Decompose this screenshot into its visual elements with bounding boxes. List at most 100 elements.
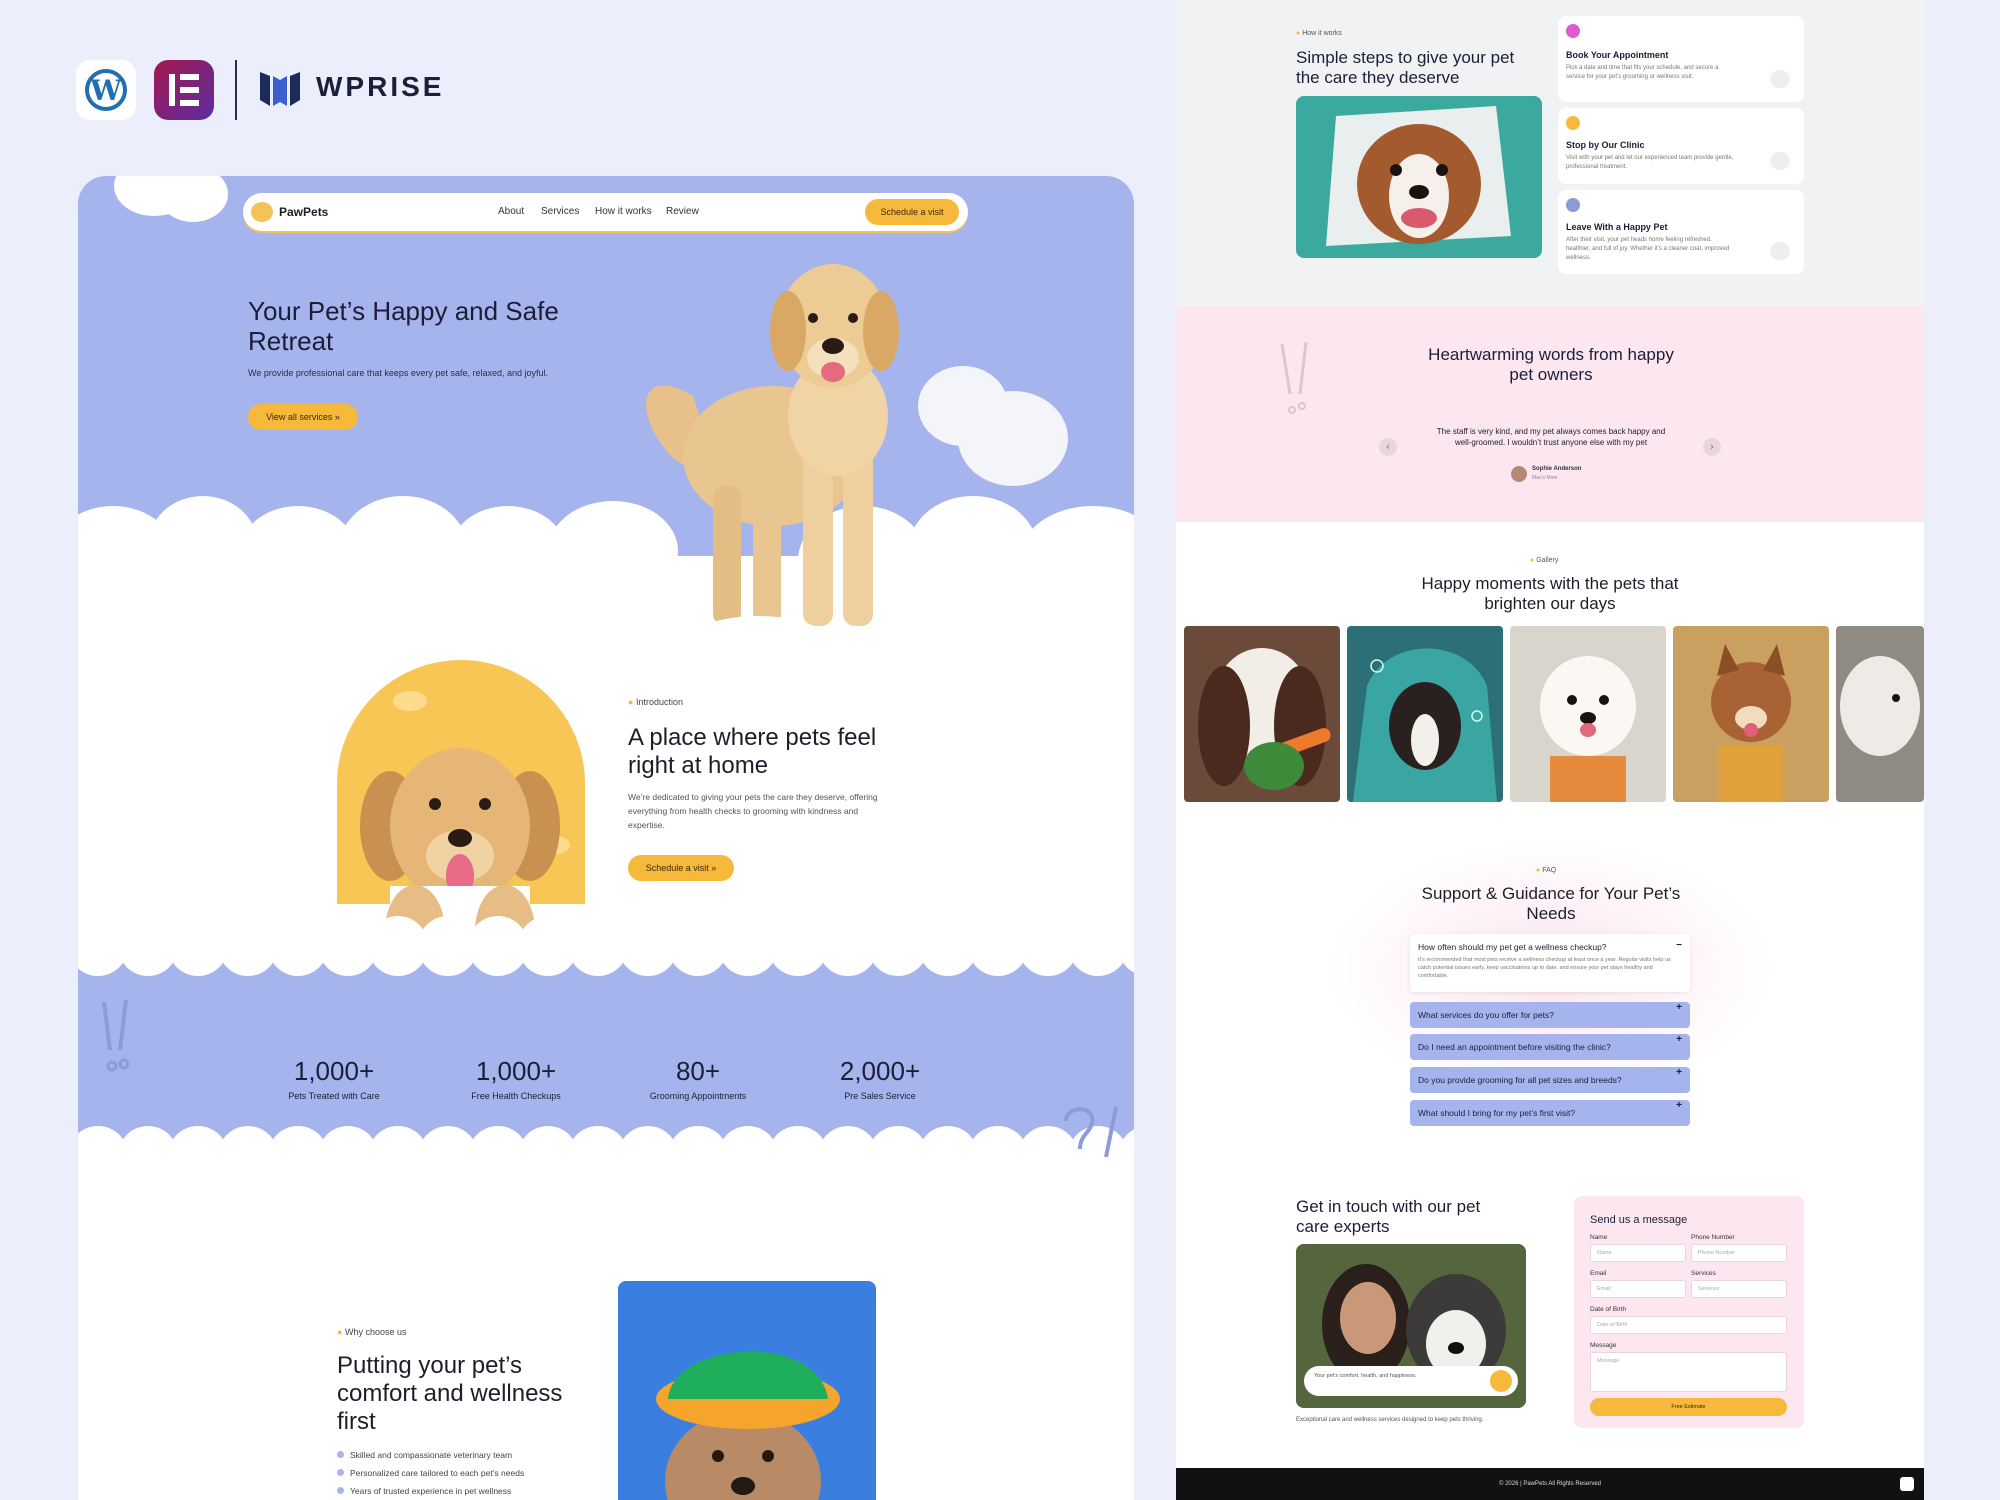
brand-divider: [235, 60, 237, 120]
gallery-tag: ● Gallery: [1530, 557, 1559, 564]
paw-icon: [1490, 1370, 1512, 1392]
why-item: Personalized care tailored to each pet’s…: [337, 1468, 524, 1478]
contact-card-caption: Your pet’s comfort, health, and happines…: [1304, 1366, 1518, 1396]
stats-section: [78, 946, 1134, 1156]
gallery-image[interactable]: [1673, 626, 1829, 802]
dob-input[interactable]: Date of Birth: [1590, 1316, 1787, 1334]
heart-icon: [1566, 198, 1580, 212]
exclamation-doodle-icon: [1280, 341, 1308, 414]
schedule-visit-nav-button[interactable]: Schedule a visit: [865, 199, 959, 225]
step-text: Visit with your pet and let our experien…: [1566, 155, 1734, 170]
site-brand[interactable]: PawPets: [279, 205, 328, 219]
landing-page-preview: PawPets About Services How it works Revi…: [78, 176, 1134, 1500]
step-card: Leave With a Happy Pet After their visit…: [1558, 190, 1804, 274]
services-label: Services: [1691, 1270, 1716, 1277]
faq-item[interactable]: Do you provide grooming for all pet size…: [1410, 1067, 1690, 1093]
free-estimate-button[interactable]: Free Estimate: [1590, 1398, 1787, 1416]
contact-caption: Exceptional care and wellness services d…: [1296, 1417, 1484, 1423]
paw-icon: ●: [337, 1327, 345, 1337]
name-label: Name: [1590, 1234, 1608, 1241]
dog-paper-tear-image: [1296, 96, 1542, 258]
message-input[interactable]: Message: [1590, 1352, 1787, 1392]
nav-services[interactable]: Services: [541, 206, 579, 217]
wordpress-logo: W: [76, 60, 136, 120]
name-input[interactable]: Name: [1590, 1244, 1686, 1262]
step-text: After their visit, your pet heads home f…: [1566, 237, 1730, 261]
gallery-image[interactable]: [1184, 626, 1340, 802]
dog-with-hat-image: [618, 1281, 876, 1500]
testimonial-author: Sophie Anderson: [1532, 466, 1582, 472]
faq-item[interactable]: Do I need an appointment before visiting…: [1410, 1034, 1690, 1060]
why-item: Skilled and compassionate veterinary tea…: [337, 1450, 512, 1460]
spaniel-with-carrot-photo: [1198, 648, 1331, 790]
elementor-icon: [169, 74, 199, 106]
how-title: Simple steps to give your pet the care t…: [1296, 48, 1515, 87]
maltese-photo: [1540, 656, 1636, 802]
collapse-icon[interactable]: −: [1676, 940, 1682, 951]
step-card: Stop by Our Clinic Visit with your pet a…: [1558, 108, 1804, 184]
stat-health-checkups: 1,000+ Free Health Checkups: [471, 1056, 561, 1101]
landing-page-preview-continued: ● How it works Simple steps to give your…: [1176, 0, 1924, 1500]
step-title: Stop by Our Clinic: [1566, 140, 1645, 150]
elementor-logo: [154, 60, 214, 120]
nav-about[interactable]: About: [498, 206, 524, 217]
dog-hat-illustration: [656, 1351, 840, 1500]
faq-item[interactable]: What should I bring for my pet’s first v…: [1410, 1100, 1690, 1126]
testimonial-quote: The staff is very kind, and my pet alway…: [1436, 427, 1666, 447]
prev-arrow-icon[interactable]: ‹: [1379, 438, 1397, 456]
brand-name: WPRISE: [316, 71, 445, 102]
testimonial-role: Max’s Mom: [1532, 475, 1558, 481]
expand-icon[interactable]: +: [1676, 1002, 1682, 1013]
paw-icon: ●: [628, 697, 636, 707]
view-services-button[interactable]: View all services »: [248, 404, 358, 430]
why-tag: ● Why choose us: [337, 1327, 407, 1337]
intro-text: We’re dedicated to giving your pets the …: [628, 792, 878, 830]
intro-tag: ● Introduction: [628, 697, 683, 707]
gallery-image[interactable]: [1510, 626, 1666, 802]
footer: © 2026 | PawPets All Rights Reserved: [1176, 1468, 1924, 1500]
faq-item-open[interactable]: How often should my pet get a wellness c…: [1410, 934, 1690, 992]
form-title: Send us a message: [1590, 1214, 1688, 1226]
avatar: [1511, 466, 1527, 482]
next-arrow-icon[interactable]: ›: [1703, 438, 1721, 456]
wprise-logo-icon: [260, 72, 300, 106]
how-tag: ● How it works: [1296, 30, 1342, 37]
wordpress-icon: W: [85, 69, 127, 111]
nav-review[interactable]: Review: [666, 206, 699, 217]
golden-retriever-image: [646, 264, 899, 626]
email-input[interactable]: Email: [1590, 1280, 1686, 1298]
why-title: Putting your pet’s comfort and wellness …: [337, 1352, 563, 1435]
phone-label: Phone Number: [1691, 1234, 1735, 1241]
intro-title: A place where pets feel right at home: [628, 724, 877, 779]
stat-pre-sales: 2,000+ Pre Sales Service: [839, 1056, 921, 1101]
nav-how-it-works[interactable]: How it works: [595, 206, 652, 217]
message-label: Message: [1590, 1342, 1617, 1349]
phone-input[interactable]: Phone Number: [1691, 1244, 1787, 1262]
contact-form: Send us a message Name Phone Number Name…: [1574, 1196, 1804, 1428]
expand-icon[interactable]: +: [1676, 1067, 1682, 1078]
exclamation-doodle-icon: [102, 999, 130, 1072]
hero-subtitle: We provide professional care that keeps …: [248, 368, 549, 378]
scroll-top-icon[interactable]: [1900, 1477, 1914, 1491]
dob-label: Date of Birth: [1590, 1306, 1627, 1313]
stat-grooming: 80+ Grooming Appointments: [649, 1056, 747, 1101]
pomeranian-photo: [1711, 644, 1791, 802]
services-input[interactable]: Services: [1691, 1280, 1787, 1298]
faq-question: How often should my pet get a wellness c…: [1418, 942, 1607, 952]
faq-tag: ● FAQ: [1536, 867, 1557, 874]
gallery-image[interactable]: [1347, 626, 1503, 802]
schedule-visit-button[interactable]: Schedule a visit »: [628, 855, 734, 881]
faq-item[interactable]: What services do you offer for pets? +: [1410, 1002, 1690, 1028]
step-text: Pick a date and time that fits your sche…: [1566, 65, 1719, 80]
pawpets-logo-icon: [251, 202, 273, 222]
hero-title: Your Pet’s Happy and Safe Retreat: [248, 296, 559, 356]
clinic-icon: [1566, 116, 1580, 130]
expand-icon[interactable]: +: [1676, 1034, 1682, 1045]
contact-title: Get in touch with our pet care experts: [1296, 1197, 1481, 1236]
calendar-icon: [1566, 24, 1580, 38]
paw-icon: [1770, 70, 1790, 88]
gallery-title: Happy moments with the pets that brighte…: [1421, 574, 1679, 613]
step-title: Book Your Appointment: [1566, 50, 1669, 60]
gallery-image[interactable]: [1836, 626, 1924, 802]
expand-icon[interactable]: +: [1676, 1100, 1682, 1111]
